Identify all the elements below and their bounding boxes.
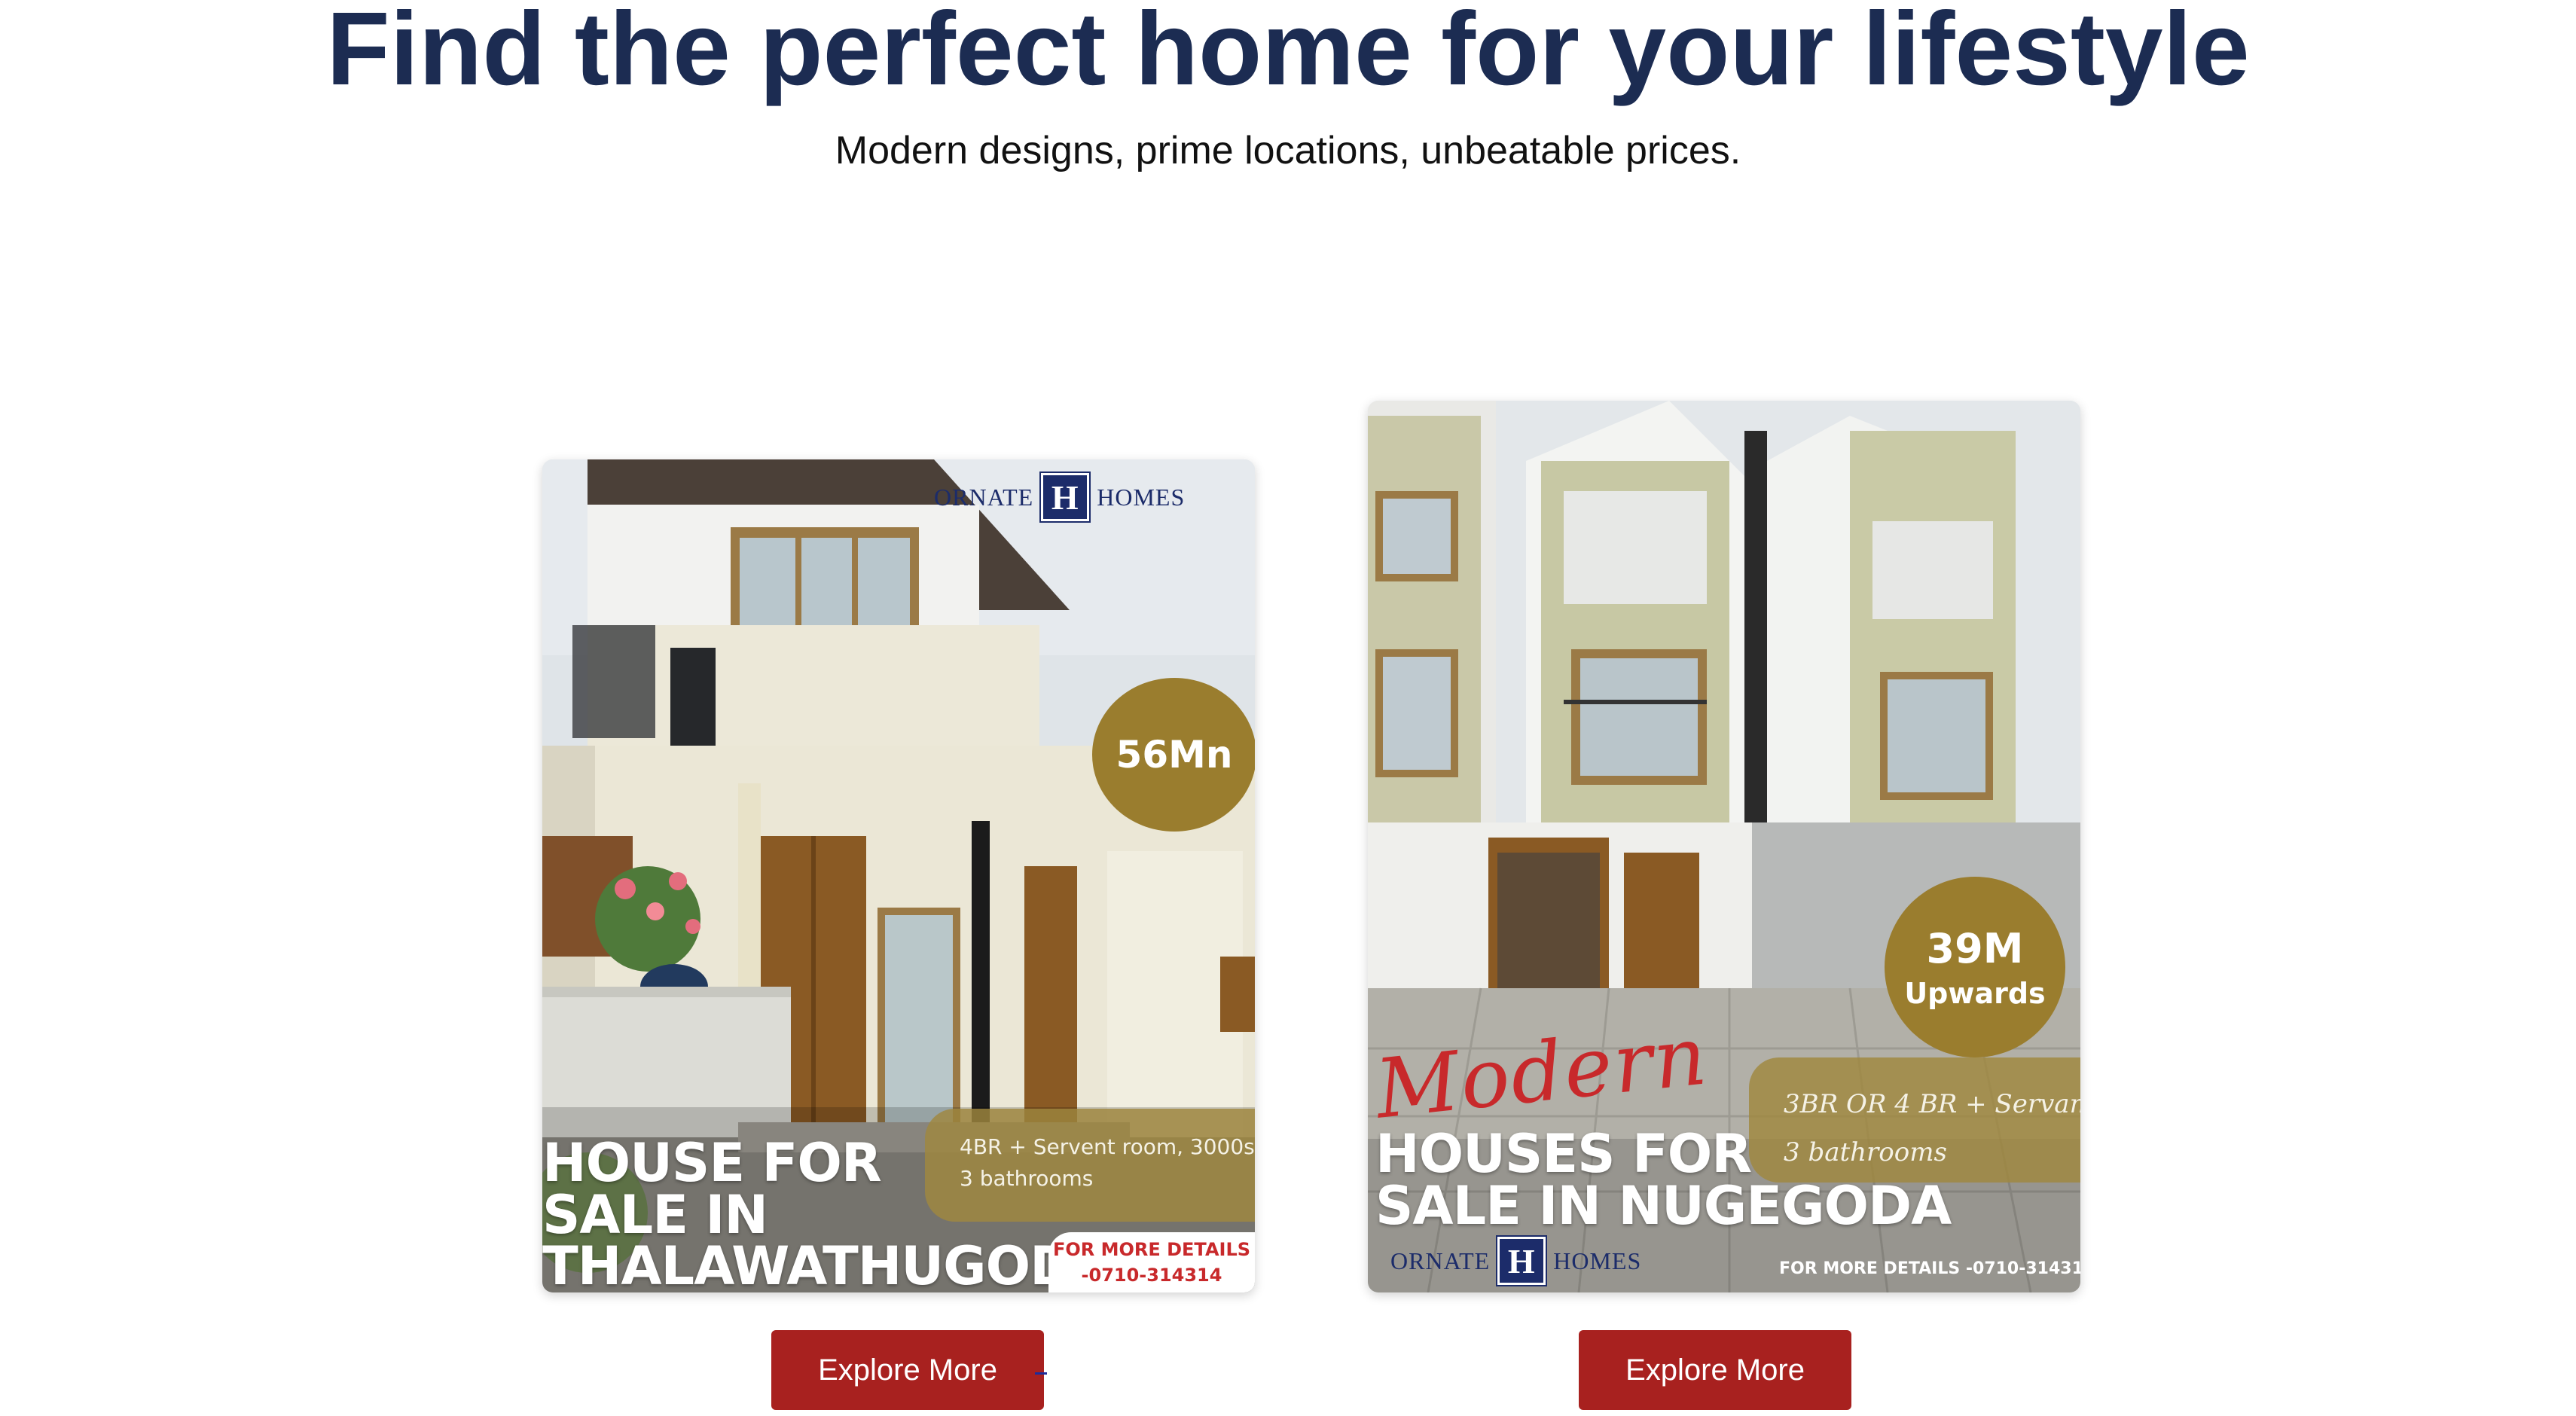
brand-name-left: ORNATE [1390, 1247, 1491, 1274]
listing-caption: HOUSES FOR SALE IN NUGEGODA [1375, 1123, 1952, 1237]
caption-line: HOUSE FOR [542, 1132, 882, 1194]
listing-card-thalawathugoda[interactable]: ORNATE H HOMES 56Mn 4BR + Servent room, … [542, 459, 1255, 1292]
brand-name-right: HOMES [1097, 483, 1186, 511]
contact-label: FOR MORE DETAILS [1052, 1239, 1251, 1260]
listing-caption: HOUSE FOR SALE IN THALAWATHUGODA [542, 1137, 1113, 1292]
contact-phone: -0710-314314 [1081, 1265, 1222, 1286]
caption-line: SALE IN [542, 1183, 768, 1246]
link-underline [1035, 1372, 1047, 1375]
caption-line: SALE IN NUGEGODA [1375, 1174, 1952, 1237]
brand-name-left: ORNATE [934, 483, 1034, 511]
price-qualifier: Upwards [1904, 976, 2046, 1010]
price-badge: 56Mn [1092, 678, 1255, 832]
price-value: 39M [1926, 924, 2024, 972]
price-badge: 39M Upwards [1885, 877, 2065, 1057]
explore-more-button[interactable]: Explore More [1579, 1330, 1851, 1410]
ornate-homes-logo-icon: H [1039, 471, 1091, 523]
page-title: Find the perfect home for your lifestyle [326, 0, 2250, 107]
specs-rooms: 3BR OR 4 BR + Servant Rooms [1784, 1089, 2080, 1119]
page-subtitle: Modern designs, prime locations, unbeata… [835, 129, 1741, 172]
listing-card-nugegoda[interactable]: 39M Upwards 3BR OR 4 BR + Servant Rooms … [1368, 401, 2080, 1292]
ornate-homes-logo: ORNATE H HOMES [934, 471, 1186, 523]
price-value: 56Mn [1116, 733, 1233, 777]
explore-more-button[interactable]: Explore More [771, 1330, 1044, 1410]
caption-line: THALAWATHUGODA [542, 1235, 1113, 1292]
brand-name-right: HOMES [1553, 1247, 1642, 1274]
contact-details: FOR MORE DETAILS -0710-314314 [1779, 1259, 2080, 1278]
ornate-homes-logo: ORNATE H HOMES [1390, 1235, 1642, 1286]
caption-line: HOUSES FOR [1375, 1123, 1752, 1185]
ornate-homes-logo-icon: H [1496, 1235, 1548, 1286]
contact-details: FOR MORE DETAILS -0710-314314 [1048, 1232, 1255, 1292]
